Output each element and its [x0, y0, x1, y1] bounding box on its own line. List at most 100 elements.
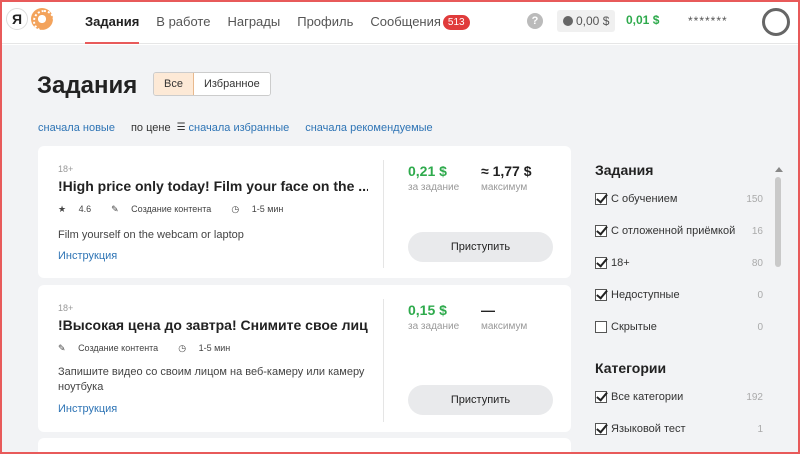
filter-label: 18+	[611, 257, 630, 269]
filter-count: 80	[751, 257, 763, 269]
messages-count-badge: 513	[442, 15, 470, 30]
clock-icon: ◷	[178, 343, 187, 353]
help-icon[interactable]: ?	[527, 13, 543, 29]
age-label: 18+	[58, 303, 74, 313]
filter-adult[interactable]: 18+ 80	[595, 257, 763, 269]
avatar[interactable]	[762, 8, 790, 36]
tab-favorites[interactable]: Избранное	[193, 73, 270, 95]
main-content: Задания Все Избранное сначала новые по ц…	[0, 45, 800, 454]
max-label: максимум	[481, 182, 528, 193]
rating-value: 4.6	[78, 204, 92, 214]
task-description: Film yourself on the webcam or laptop	[58, 229, 244, 241]
filter-label: С обучением	[611, 193, 678, 205]
card-divider	[383, 160, 384, 268]
task-card[interactable]: 18+ !Высокая цена до завтра! Снимите сво…	[38, 285, 571, 432]
sort-price[interactable]: по цене	[131, 122, 171, 134]
filter-count: 150	[746, 193, 763, 205]
price-label: за задание	[408, 182, 460, 193]
page-title: Задания	[37, 72, 138, 99]
toloka-logo-icon	[31, 8, 55, 32]
checkbox[interactable]	[595, 193, 607, 205]
category-label: Создание контента	[131, 204, 212, 214]
task-title[interactable]: !Высокая цена до завтра! Снимите свое ли…	[58, 317, 368, 333]
filter-label: Недоступные	[611, 289, 680, 301]
filter-count: 192	[746, 391, 763, 403]
task-card[interactable]	[38, 438, 571, 454]
filter-label: Языковой тест	[611, 423, 686, 435]
instruction-link[interactable]: Инструкция	[58, 403, 117, 415]
checkbox[interactable]	[595, 257, 607, 269]
nav-in-progress[interactable]: В работе	[156, 0, 210, 44]
nav-messages-label: Сообщения	[370, 14, 441, 29]
filter-language-test[interactable]: Языковой тест 1	[595, 423, 763, 435]
tasks-filter-title: Задания	[595, 162, 654, 178]
nav-tasks-label: Задания	[85, 14, 140, 29]
filter-delayed-acceptance[interactable]: С отложенной приёмкой 16	[595, 225, 763, 237]
nav-profile-label: Профиль	[297, 14, 354, 29]
checkbox[interactable]	[595, 289, 607, 301]
nav-tasks[interactable]: Задания	[85, 0, 140, 44]
filter-hidden[interactable]: Скрытые 0	[595, 321, 763, 333]
sort-options: сначала новые по цене ☰ сначала избранны…	[38, 122, 449, 134]
price-per-task: 0,21 $	[408, 163, 447, 179]
duration: ◷ 1-5 мин	[231, 204, 293, 215]
task-title[interactable]: !High price only today! Film your face o…	[58, 178, 368, 194]
categories-title: Категории	[595, 360, 667, 376]
sort-newest[interactable]: сначала новые	[38, 122, 115, 134]
nav-rewards-label: Награды	[227, 14, 281, 29]
star-icon: ★	[58, 204, 67, 214]
card-divider	[383, 299, 384, 422]
earned-amount: 0,01 $	[626, 13, 660, 27]
nav-rewards[interactable]: Награды	[227, 0, 280, 44]
top-bar: Я Задания В работе Награды Профиль Сообщ…	[0, 0, 800, 44]
duration: ◷ 1-5 мин	[178, 343, 240, 354]
duration-label: 1-5 мин	[198, 343, 231, 353]
max-label: максимум	[481, 321, 528, 332]
filter-label: Скрытые	[611, 321, 657, 333]
filter-count: 0	[757, 289, 763, 301]
nav-profile[interactable]: Профиль	[297, 0, 353, 44]
checkbox[interactable]	[595, 391, 607, 403]
category-label: Создание контента	[78, 343, 159, 353]
balance-value: 0,00 $	[576, 14, 610, 28]
rating: ★ 4.6	[58, 204, 101, 215]
username[interactable]: *******	[688, 14, 728, 28]
sort-order-icon[interactable]: ☰	[177, 122, 186, 134]
price-per-task: 0,15 $	[408, 302, 447, 318]
start-button[interactable]: Приступить	[408, 232, 553, 262]
tasks-filter-tabs: Все Избранное	[153, 72, 271, 96]
task-card[interactable]: 18+ !High price only today! Film your fa…	[38, 146, 571, 278]
checkbox[interactable]	[595, 321, 607, 333]
checkbox[interactable]	[595, 423, 607, 435]
task-meta: ✎ Создание контента ◷ 1-5 мин	[58, 343, 250, 354]
nav-messages[interactable]: Сообщения 513	[370, 0, 470, 44]
yandex-logo-icon: Я	[6, 8, 28, 30]
instruction-link[interactable]: Инструкция	[58, 250, 117, 262]
filter-with-training[interactable]: С обучением 150	[595, 193, 763, 205]
nav-in-progress-label: В работе	[156, 14, 211, 29]
filter-unavailable[interactable]: Недоступные 0	[595, 289, 763, 301]
price-label: за задание	[408, 321, 460, 332]
sidebar-scrollbar[interactable]	[775, 177, 781, 267]
balance-widget[interactable]: 0,00 $	[557, 10, 616, 32]
main-nav: Задания В работе Награды Профиль Сообщен…	[85, 0, 487, 44]
task-meta: ★ 4.6 ✎ Создание контента ◷ 1-5 мин	[58, 204, 303, 215]
start-button[interactable]: Приступить	[408, 385, 553, 415]
filter-label: Все категории	[611, 391, 684, 403]
tab-all[interactable]: Все	[154, 73, 194, 95]
checkbox[interactable]	[595, 225, 607, 237]
pencil-icon: ✎	[58, 343, 66, 353]
filter-count: 1	[757, 423, 763, 435]
duration-label: 1-5 мин	[251, 204, 284, 214]
clock-icon: ◷	[231, 204, 240, 214]
filter-all-categories[interactable]: Все категории 192	[595, 391, 763, 403]
category: ✎ Создание контента	[111, 204, 221, 215]
filter-label: С отложенной приёмкой	[611, 225, 736, 237]
logo[interactable]: Я	[6, 8, 55, 32]
clock-icon	[563, 16, 573, 26]
max-earnings: —	[481, 302, 495, 318]
max-earnings: ≈ 1,77 $	[481, 163, 532, 179]
scroll-up-icon[interactable]	[775, 167, 783, 172]
sort-favorites[interactable]: сначала избранные	[189, 122, 290, 134]
sort-recommended[interactable]: сначала рекомендуемые	[305, 122, 432, 134]
